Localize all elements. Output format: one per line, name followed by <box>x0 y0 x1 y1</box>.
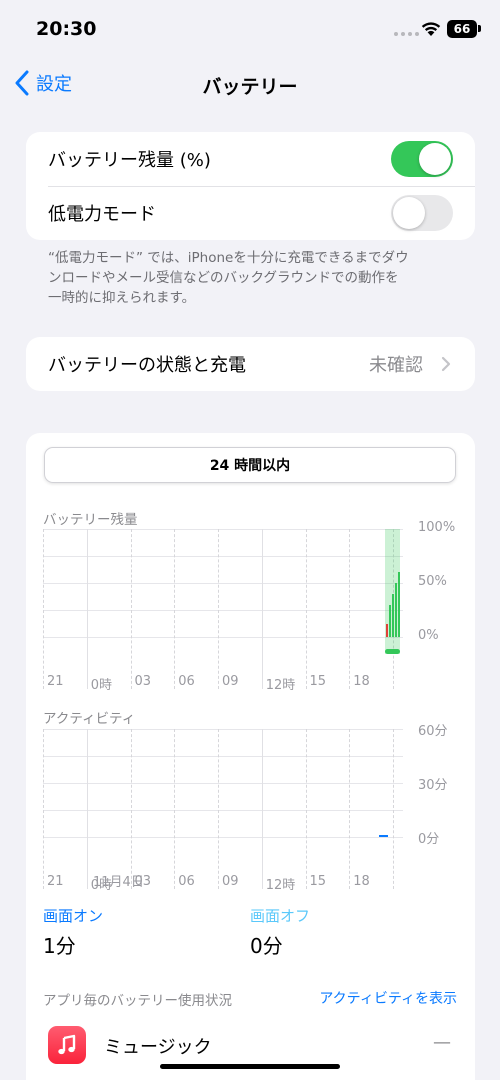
x-tick-label: 06 <box>178 874 195 889</box>
wifi-icon <box>421 22 441 36</box>
low-power-label: 低電力モード <box>48 204 156 225</box>
footnote-line: ンロードやメール受信などのバックグラウンドでの動作を <box>48 270 399 286</box>
y-tick-label: 0分 <box>418 832 440 847</box>
app-usage-section-label: アプリ毎のバッテリー使用状況 <box>43 993 232 1009</box>
grid-line <box>130 529 132 689</box>
x-tick-label: 15 <box>309 874 327 889</box>
music-note-icon <box>58 1034 76 1055</box>
x-tick-label: 15 <box>309 674 327 689</box>
app-usage-value: — <box>433 1032 451 1053</box>
chevron-right-icon <box>441 356 451 372</box>
grid-line <box>43 729 44 889</box>
battery-percentage-label: バッテリー残量 (%) <box>48 150 211 171</box>
battery-bar <box>392 593 394 637</box>
music-app-icon <box>48 1026 86 1064</box>
low-power-footnote: “低電力モード” では、iPhoneを十分に充電できるまでダウ ンロードやメール… <box>48 248 448 308</box>
x-tick-label: 21 <box>47 874 64 889</box>
y-tick-label: 0% <box>418 628 439 643</box>
toggle-knob <box>419 143 451 175</box>
battery-bar <box>389 604 391 637</box>
grid-line <box>393 729 394 889</box>
low-power-toggle[interactable] <box>391 195 453 231</box>
activity-bar <box>379 835 388 837</box>
y-tick-label: 50% <box>418 574 447 589</box>
grid-line <box>349 529 351 689</box>
grid-line <box>218 529 219 689</box>
grid-line <box>349 729 351 889</box>
period-selector-button[interactable]: 24 時間以内 <box>44 447 456 483</box>
battery-bar <box>395 583 397 637</box>
battery-health-label: バッテリーの状態と充電 <box>48 355 246 376</box>
battery-bar <box>386 624 388 637</box>
y-tick-label: 30分 <box>418 778 448 793</box>
battery-health-status: 未確認 <box>369 355 423 376</box>
screen-on-label: 画面オン <box>43 907 104 925</box>
screen-on-value: 1分 <box>43 934 76 958</box>
page-title: バッテリー <box>202 76 298 98</box>
battery-percentage-row: バッテリー残量 (%) <box>48 132 453 186</box>
activity-chart: 21 0時 03 06 09 12時 15 18 60分 30分 0分 <box>43 724 463 894</box>
grid-line <box>86 729 88 889</box>
cellular-signal-icon <box>394 32 419 36</box>
x-tick-label: 0時 <box>90 678 113 693</box>
x-tick-label: 18 <box>353 674 370 689</box>
battery-level-chart: 21 0時 03 06 09 12時 15 18 100% 50% 0% <box>43 520 463 694</box>
grid-line <box>261 729 263 889</box>
settings-card: バッテリー残量 (%) 低電力モード <box>26 132 475 240</box>
app-name: ミュージック <box>104 1037 212 1058</box>
y-tick-label: 100% <box>418 520 456 535</box>
x-tick-label: 03 <box>134 674 152 689</box>
x-tick-label: 09 <box>222 874 239 889</box>
toggle-knob <box>393 197 425 229</box>
grid-line <box>174 529 176 689</box>
activity-section-label: アクティビティ <box>43 711 136 727</box>
x-tick-label: 12時 <box>265 878 296 893</box>
y-tick-label: 60分 <box>418 724 448 739</box>
show-activity-link[interactable]: アクティビティを表示 <box>319 988 457 1008</box>
home-indicator <box>160 1064 340 1069</box>
x-tick-label: 18 <box>353 874 370 889</box>
battery-percentage-toggle[interactable] <box>391 141 453 177</box>
footnote-line: 一時的に抑えられます。 <box>48 290 196 306</box>
battery-icon: 66 <box>447 20 477 38</box>
screen-off-label: 画面オフ <box>250 907 311 925</box>
x-tick-label: 21 <box>47 674 64 689</box>
battery-bar <box>398 572 400 637</box>
battery-health-row[interactable]: バッテリーの状態と充電 未確認 <box>48 337 453 391</box>
low-power-row: 低電力モード <box>48 186 453 240</box>
usage-card: 24 時間以内 バッテリー残量 21 0時 03 06 09 12時 15 18 100% 50%… <box>26 433 475 1033</box>
period-label: 24 時間以内 <box>209 458 291 474</box>
grid-line <box>43 529 44 689</box>
charging-indicator <box>385 649 400 654</box>
grid-line <box>86 529 88 689</box>
screen-off-value: 0分 <box>250 934 283 958</box>
grid-line <box>174 729 176 889</box>
x-tick-label: 09 <box>222 674 239 689</box>
grid-line <box>218 729 219 889</box>
grid-line <box>130 729 132 889</box>
x-tick-label: 06 <box>178 674 195 689</box>
date-label: 11月4日 <box>93 875 144 890</box>
status-time: 20:30 <box>36 18 97 40</box>
battery-level-section-label: バッテリー残量 <box>43 512 138 528</box>
grid-line <box>305 729 307 889</box>
grid-line <box>305 529 307 689</box>
x-tick-label: 12時 <box>265 678 296 693</box>
grid-line <box>261 529 263 689</box>
app-usage-row[interactable]: ミュージック — <box>26 1012 475 1080</box>
footnote-line: “低電力モード” では、iPhoneを十分に充電できるまでダウ <box>48 250 409 266</box>
battery-health-card[interactable]: バッテリーの状態と充電 未確認 <box>26 337 475 391</box>
battery-nub <box>478 25 481 32</box>
battery-level: 66 <box>453 22 471 36</box>
